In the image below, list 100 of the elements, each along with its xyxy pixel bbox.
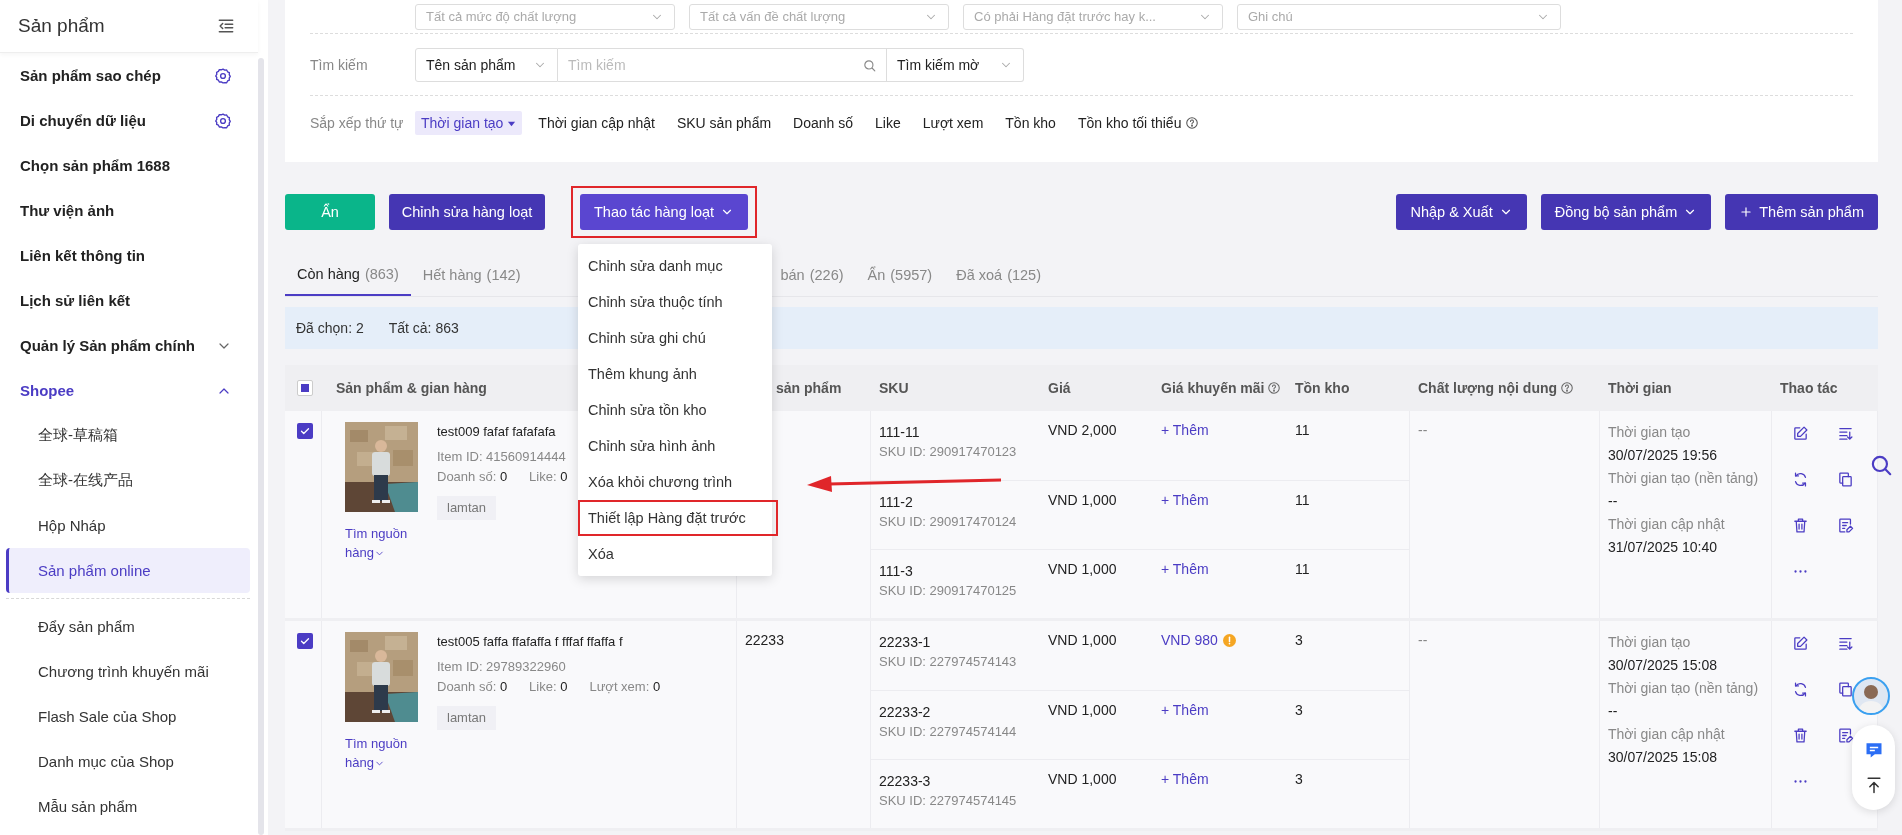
sync-icon[interactable] [1792,471,1809,488]
copy-icon[interactable] [1837,471,1854,488]
sidebar-item[interactable]: Chương trình khuyến mãi [6,649,250,694]
collapse-menu-icon[interactable] [216,16,236,36]
dropdown[interactable]: Tìm kiếm mờ [887,47,1024,82]
sort-option[interactable]: Like [869,111,907,135]
time-value: 31/07/2025 10:40 [1608,538,1718,557]
selected-count: Đã chọn: 2 [296,320,364,336]
gear-icon[interactable] [214,66,232,85]
action-button[interactable]: Đồng bộ sản phẩm [1540,194,1712,230]
row-checkbox[interactable] [297,423,313,439]
sidebar-item[interactable]: Sản phẩm online [6,548,250,593]
time-label: Thời gian tạo (nền tảng) [1608,679,1760,698]
time-value: 30/07/2025 19:56 [1608,446,1718,465]
select-all-checkbox[interactable] [297,380,313,396]
sort-option[interactable]: Thời gian cập nhật [532,111,661,135]
search-icon[interactable] [862,57,877,73]
sync-icon[interactable] [1792,681,1809,698]
sort-option[interactable]: SKU sản phẩm [670,111,778,135]
sidebar-item[interactable]: Quản lý Sản phẩm chính [0,323,258,368]
note-edit-icon[interactable] [1837,727,1854,744]
sidebar-item[interactable]: Di chuyển dữ liệu [0,98,258,143]
sidebar-item[interactable]: Sản phẩm sao chép [0,53,258,98]
sidebar-item[interactable]: Hộp Nháp [6,503,250,548]
sidebar-item[interactable]: Flash Sale của Shop [6,694,250,739]
price: VND 1,000 [1048,561,1117,577]
add-promo-link[interactable]: + Thêm [1161,492,1209,508]
sku-code: 22233-2 [879,703,932,722]
item-id: Item ID: 41560914444 [437,448,567,466]
sku-id: SKU ID: 290917470125 [879,582,1018,600]
note-edit-icon[interactable] [1837,517,1854,534]
menu-item[interactable]: Chỉnh sửa ghi chú [578,320,772,356]
sku-id: SKU ID: 227974574144 [879,723,1018,741]
sidebar-item[interactable]: Mẫu sản phẩm [6,784,250,829]
action-button[interactable]: Nhập & Xuất [1396,194,1527,230]
price: VND 2,000 [1048,422,1117,438]
time-label: Thời gian tạo [1608,633,1692,652]
column-header: Chất lượng nội dung [1418,380,1558,396]
search-field[interactable]: Tìm kiếm [558,47,887,82]
stock-count: 3 [1295,771,1303,787]
help-icon[interactable] [1185,116,1200,130]
product-title: test009 fafaf fafafafa [437,423,557,441]
sidebar-item[interactable]: Shopee [0,368,258,413]
trash-icon[interactable] [1792,727,1809,744]
column-header: Sản phẩm & gian hàng [336,380,487,396]
row-checkbox[interactable] [297,633,313,649]
product-code: 22233 [745,632,784,648]
source-link[interactable]: Tìm nguồn hàng [345,734,419,772]
sort-option[interactable]: Tồn kho tối thiểu [1071,111,1206,135]
sku-code: 22233-3 [879,772,932,791]
sidebar-item[interactable]: Đẩy sản phẩm [6,604,250,649]
price: VND 1,000 [1048,632,1117,648]
shop-tag: lamtan [437,706,497,730]
dropdown-button[interactable]: Thao tác hàng loạt [580,194,749,230]
add-promo-link[interactable]: + Thêm [1161,702,1209,718]
trash-icon[interactable] [1792,517,1809,534]
menu-item[interactable]: Xóa khỏi chương trình [578,464,772,500]
sidebar-item[interactable]: 全球-在线产品 [6,458,250,503]
dropdown[interactable]: Tên sản phẩm [415,47,558,82]
time-value: -- [1608,702,1619,721]
menu-item[interactable]: Thêm khung ảnh [578,356,772,392]
sort-option[interactable]: Thời gian tạo [415,111,523,135]
sidebar-item[interactable]: Lịch sử liên kết [0,278,258,323]
scrollbar[interactable] [258,58,264,835]
sort-option[interactable]: Tồn kho [999,111,1062,135]
action-button[interactable]: Chỉnh sửa hàng loạt [389,194,545,230]
edit-icon[interactable] [1792,425,1809,442]
filter-label: Tìm kiếm [310,56,369,73]
help-icon[interactable] [1560,381,1575,395]
sidebar-item[interactable]: Danh mục của Shop [6,739,250,784]
time-value: 30/07/2025 15:08 [1608,748,1718,767]
source-link[interactable]: Tìm nguồn hàng [345,524,419,562]
sort-option[interactable]: Doanh số [787,111,860,135]
sidebar-item[interactable]: Liên kết thông tin [0,233,258,278]
edit-icon[interactable] [1792,635,1809,652]
avatar[interactable] [1852,677,1890,715]
add-promo-link[interactable]: + Thêm [1161,771,1209,787]
sidebar-item[interactable]: Chọn sản phẩm 1688 [0,143,258,188]
action-button[interactable]: Thêm sản phẩm [1725,194,1878,230]
menu-item[interactable]: Chỉnh sửa tồn kho [578,392,772,428]
tab[interactable]: Còn hàng (863) [285,254,411,296]
sku-code: 111-2 [879,493,914,512]
help-icon[interactable] [1267,381,1282,395]
sort-list-icon[interactable] [1837,425,1854,442]
sidebar-item[interactable]: Thư viện ảnh [0,188,258,233]
menu-item[interactable]: Xóa [578,536,772,572]
column-header: SKU [879,380,909,396]
quality-value: -- [1418,422,1428,438]
menu-item[interactable]: Chỉnh sửa hình ảnh [578,428,772,464]
sidebar-item[interactable]: 全球-草稿箱 [6,413,250,458]
menu-item[interactable]: Thiết lập Hàng đặt trước [578,500,778,536]
add-promo-link[interactable]: + Thêm [1161,561,1209,577]
time-value: -- [1608,492,1619,511]
gear-icon[interactable] [214,111,232,130]
sort-option[interactable]: Lượt xem [916,111,990,135]
sort-list-icon[interactable] [1837,635,1854,652]
column-header: Giá khuyến mãi [1161,380,1265,396]
copy-icon[interactable] [1837,681,1854,698]
sku-code: 111-11 [879,423,921,442]
add-promo-link[interactable]: + Thêm [1161,422,1209,438]
